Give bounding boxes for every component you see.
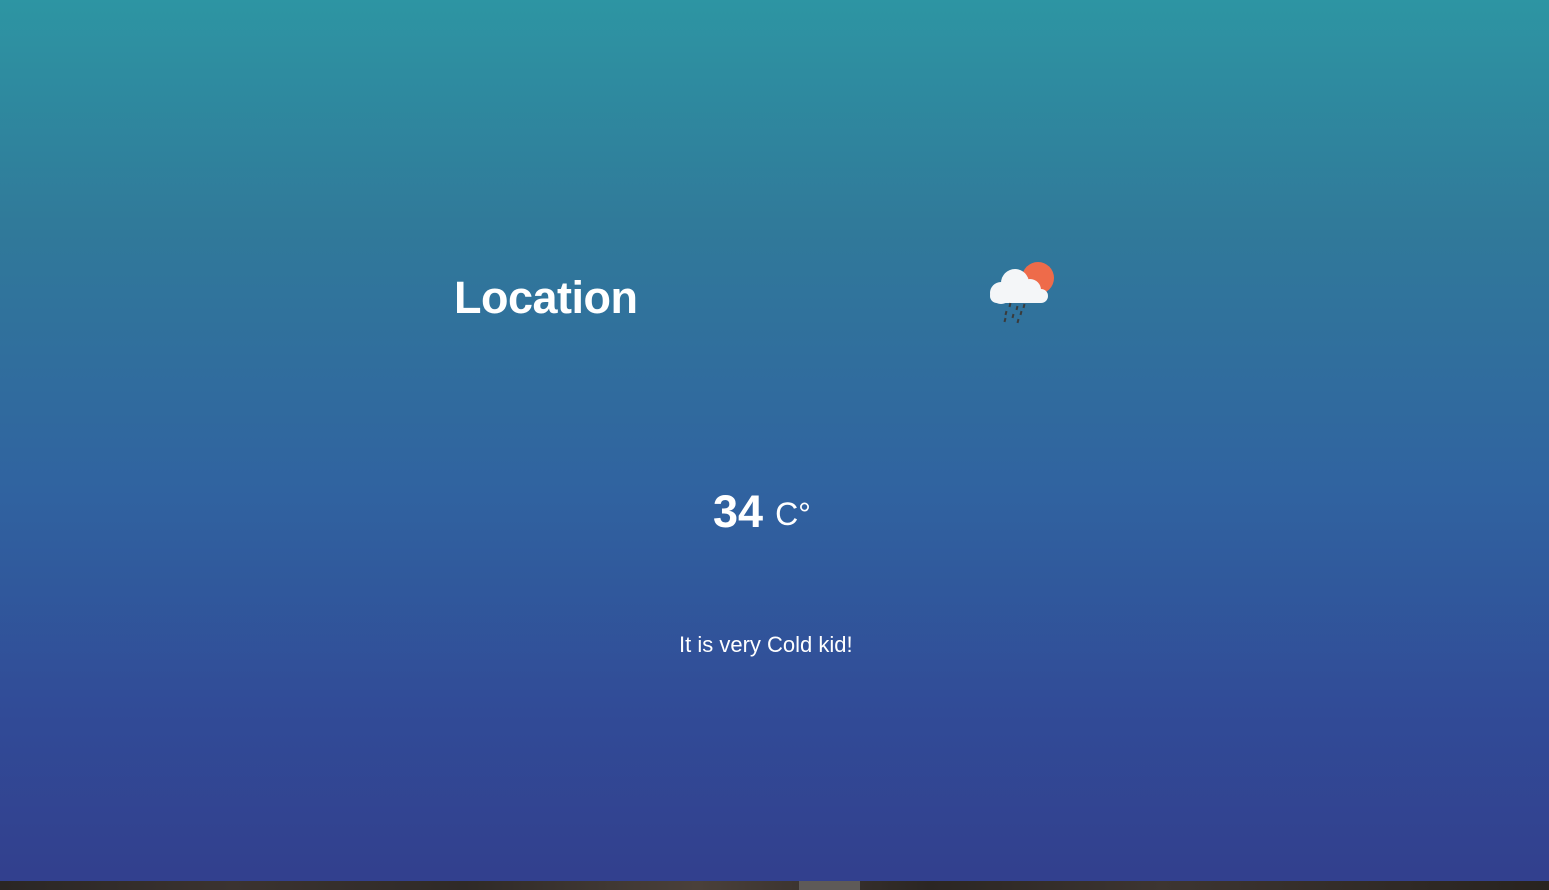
temperature: 34 C° <box>713 484 811 540</box>
taskbar-strip <box>0 881 1549 890</box>
weather-app: Location 34 C° It is very Cold kid! <box>0 0 1549 881</box>
temperature-value: 34 <box>713 486 764 537</box>
temperature-unit: C° <box>775 496 811 532</box>
scroll-handle[interactable] <box>799 881 860 890</box>
cloud-rain-sun-icon <box>985 258 1057 328</box>
weather-message: It is very Cold kid! <box>679 632 853 657</box>
location-title: Location <box>454 272 638 323</box>
